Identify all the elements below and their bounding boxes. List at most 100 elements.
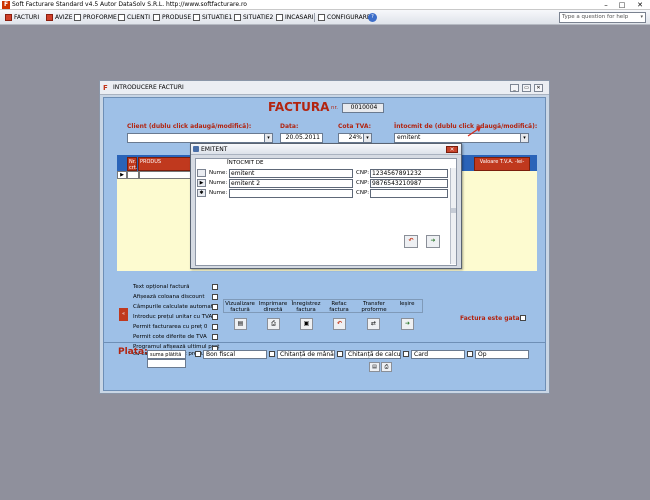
payment-method-checkbox[interactable] [467, 351, 473, 357]
date-label: Data: [280, 123, 299, 130]
notice-icon [46, 14, 53, 21]
grid-cell-nr[interactable] [127, 171, 139, 179]
invoice-ready-checkbox[interactable] [520, 315, 526, 321]
cnp-label: CNP: [356, 170, 370, 176]
exit-label: Ieșire [399, 301, 415, 307]
scrollbar-thumb[interactable] [451, 208, 456, 213]
issuer-dialog-title: EMITENT [201, 146, 228, 153]
option-label: Câmpurile calculate automat [133, 304, 213, 310]
app-titlebar: F Soft Facturare Standard v4.5 Autor Dat… [0, 0, 650, 10]
close-icon[interactable]: ✕ [632, 0, 648, 10]
menu-situatie1[interactable]: SITUATIE1 [193, 12, 232, 23]
invoice-number-label: nr. [331, 105, 338, 111]
payment-method-label: Op [475, 350, 529, 359]
printer-icon[interactable]: ⎙ [267, 318, 280, 330]
menu-incasari[interactable]: INCASARI [276, 12, 314, 23]
chevron-down-icon[interactable]: ▾ [363, 134, 371, 142]
cash-icon [276, 14, 283, 21]
payment-method-checkbox[interactable] [195, 351, 201, 357]
row-selector[interactable]: ✱ [197, 189, 206, 197]
direct-print-label: Imprimare directă [258, 301, 288, 313]
page-title: FACTURA [268, 100, 330, 114]
undo-icon[interactable]: ↶ [333, 318, 346, 330]
cnp-field[interactable]: 9876543210987 [370, 179, 448, 188]
payment-method-checkbox[interactable] [269, 351, 275, 357]
cnp-field[interactable]: 1234567891232 [370, 169, 448, 178]
option-checkbox[interactable] [212, 294, 218, 300]
option-label: Text opțional factură [133, 284, 190, 290]
client-label: Client (dublu click adaugă/modifică): [127, 123, 252, 130]
row-selector[interactable] [197, 169, 206, 177]
option-checkbox[interactable] [212, 324, 218, 330]
vat-label: Cota TVA: [338, 123, 372, 130]
payment-method-checkbox[interactable] [403, 351, 409, 357]
payment-method-label: Bon fiscal [203, 350, 267, 359]
invoice-number-field[interactable]: 0010004 [342, 103, 384, 113]
payment-method-label: Card [411, 350, 465, 359]
hint-arrow-icon [467, 126, 482, 137]
help-search-input[interactable]: Type a question for help ▾ [559, 12, 646, 23]
issuer-dialog-titlebar: EMITENT [191, 144, 461, 155]
cnp-field[interactable] [370, 189, 448, 198]
report-icon [234, 14, 241, 21]
amount-paid-field[interactable] [147, 359, 186, 368]
form-minimize-icon[interactable]: _ [510, 84, 519, 92]
issuer-combo[interactable]: emitent ▾ [394, 133, 529, 143]
save-icon[interactable]: ▣ [300, 318, 313, 330]
payment-method-checkbox[interactable] [337, 351, 343, 357]
maximize-icon[interactable]: □ [614, 0, 630, 10]
preview-invoice-label: Vizualizare factură [225, 301, 255, 313]
option-checkbox[interactable] [212, 284, 218, 290]
cnp-label: CNP: [356, 190, 370, 196]
menu-avize[interactable]: AVIZE [46, 12, 73, 23]
app-title: Soft Facturare Standard v4.5 Autor DataS… [12, 1, 247, 8]
undo-icon[interactable]: ↶ [404, 235, 418, 248]
form-close-icon[interactable]: ✕ [534, 84, 543, 92]
name-label: Nume: [209, 180, 228, 186]
name-field[interactable]: emitent 2 [229, 179, 353, 188]
option-checkbox[interactable] [212, 334, 218, 340]
menu-proforme[interactable]: PROFORME [74, 12, 117, 23]
form-title: INTRODUCERE FACTURI [113, 84, 184, 91]
menu-facturi[interactable]: FACTURI [5, 12, 39, 23]
exit-icon[interactable]: ➜ [401, 318, 414, 330]
menu-produse[interactable]: PRODUSE [153, 12, 191, 23]
form-titlebar: F INTRODUCERE FACTURI _ ▭ ✕ [100, 81, 549, 95]
date-field[interactable]: 20.05.2011 [280, 133, 323, 143]
close-icon[interactable]: ✕ [446, 146, 458, 153]
scrollbar[interactable] [450, 168, 456, 264]
vat-combo[interactable]: 24% ▾ [338, 133, 372, 143]
preview-icon[interactable]: ▤ [234, 318, 247, 330]
option-label: Permit facturarea cu preț 0 [133, 324, 208, 330]
option-checkbox[interactable] [212, 304, 218, 310]
grid-header-vat-value: Valoare T.V.A. -lei- [474, 157, 530, 171]
help-icon[interactable]: ? [368, 13, 377, 22]
menu-clienti[interactable]: CLIENTI [118, 12, 150, 23]
issuer-dialog: EMITENT ✕ ÎNTOCMIT DE Nume: emitent CNP:… [190, 143, 462, 269]
name-label: Nume: [209, 170, 228, 176]
minimize-icon[interactable]: – [598, 0, 614, 10]
receipt-print-icon[interactable]: ⎙ [381, 362, 392, 372]
divider [104, 342, 545, 343]
exit-icon[interactable]: ➜ [426, 235, 440, 248]
form-restore-icon[interactable]: ▭ [522, 84, 531, 92]
chevron-down-icon[interactable]: ▾ [264, 134, 272, 142]
transfer-icon[interactable]: ⇄ [367, 318, 380, 330]
menu-configurare[interactable]: CONFIGURARE [318, 12, 371, 23]
amount-paid-label: suma plătită [147, 350, 186, 359]
invoice-icon [5, 14, 12, 21]
menu-separator [314, 13, 315, 22]
menu-situatie2[interactable]: SITUATIE2 [234, 12, 273, 23]
chevron-down-icon[interactable]: ▾ [520, 134, 528, 142]
client-combo[interactable]: ▾ [127, 133, 273, 143]
name-field[interactable] [229, 189, 353, 198]
options-toggle-button[interactable]: « [119, 308, 128, 321]
menu-bar: FACTURI AVIZE PROFORME CLIENTI PRODUSE S… [0, 10, 650, 25]
name-field[interactable]: emitent [229, 169, 353, 178]
option-checkbox[interactable] [212, 314, 218, 320]
cnp-label: CNP: [356, 180, 370, 186]
row-selector[interactable]: ▶ [197, 179, 206, 187]
option-label: Introduc prețul unitar cu TVA [133, 314, 213, 320]
payment-method-label: Chitanță de mână [277, 350, 335, 359]
receipt-preview-icon[interactable]: ▤ [369, 362, 380, 372]
